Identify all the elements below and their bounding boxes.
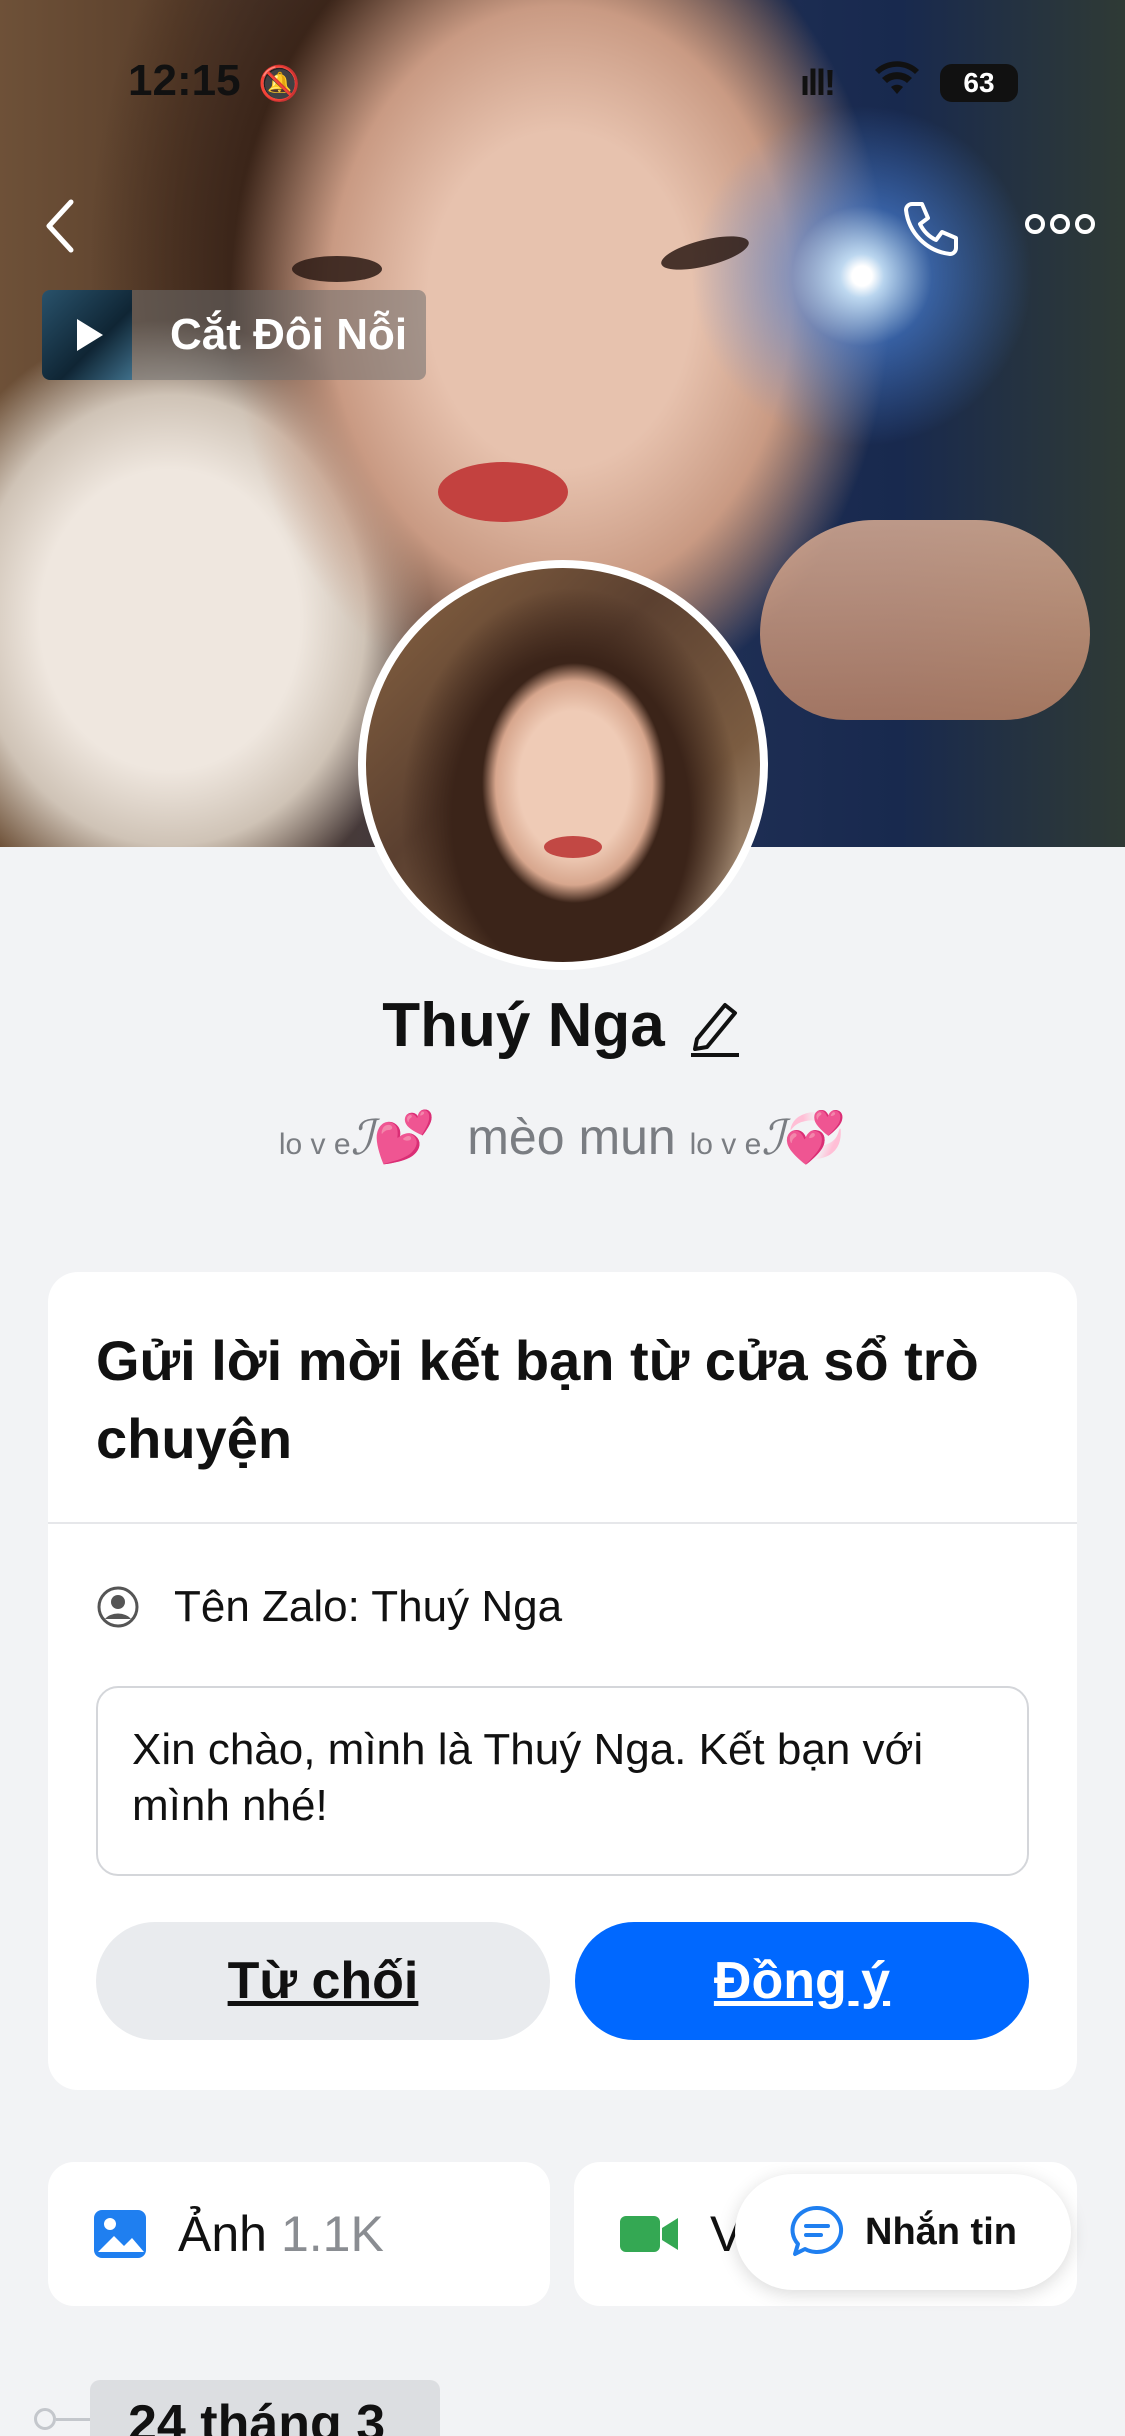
music-title: Cắt Đôi Nỗi — [170, 310, 408, 359]
silent-bell-icon: 🔕 — [258, 65, 301, 103]
status-time: 12:15 — [128, 56, 241, 105]
cellular-signal-icon: ıll! — [800, 62, 836, 103]
timeline-dot — [34, 2408, 56, 2430]
friend-request-message: Xin chào, mình là Thuý Nga. Kết bạn với … — [96, 1686, 1029, 1876]
profile-name: Thuý Nga — [382, 991, 665, 1060]
bio-prefix-small: lo v e — [278, 1128, 351, 1161]
play-icon — [77, 319, 103, 351]
bio-prefix-script: ℐ — [350, 1110, 374, 1166]
more-dots-icon — [1025, 214, 1095, 234]
bio-suffix-small: lo v e — [689, 1128, 762, 1161]
cover-hand-decoration — [760, 520, 1090, 720]
cover-eye-decoration — [292, 256, 382, 282]
friend-request-card: Gửi lời mời kết bạn từ cửa sổ trò chuyện… — [48, 1272, 1077, 2090]
cover-eye-decoration — [658, 229, 752, 277]
accept-button[interactable]: Đồng ý — [575, 1922, 1029, 2040]
profile-music-pill[interactable]: Cắt Đôi Nỗi — [42, 290, 426, 380]
photos-label: Ảnh — [178, 2206, 267, 2262]
timeline-date-label: 24 tháng 3 — [90, 2380, 440, 2436]
avatar-lips-decoration — [544, 836, 602, 858]
user-circle-icon — [97, 1586, 139, 1628]
bio-suffix-heart: 💞 — [783, 1109, 847, 1165]
call-button[interactable] — [890, 190, 970, 270]
zalo-name-row: Tên Zalo: Thuý Nga — [96, 1582, 562, 1632]
message-button-label: Nhắn tin — [865, 2210, 1017, 2253]
music-thumbnail — [42, 290, 132, 380]
video-camera-icon — [620, 2216, 678, 2252]
chat-bubble-icon — [790, 2205, 844, 2256]
bio-heart: 💕 — [373, 1109, 436, 1165]
phone-icon — [904, 202, 958, 256]
back-button[interactable] — [40, 196, 80, 256]
avatar[interactable] — [358, 560, 768, 970]
status-bar: 12:15 🔕 ıll! 63 — [0, 56, 1125, 116]
bio-main-text: mèo mun — [467, 1109, 676, 1165]
photos-count: 1.1K — [280, 2206, 384, 2262]
reject-button[interactable]: Từ chối — [96, 1922, 550, 2040]
friend-request-title: Gửi lời mời kết bạn từ cửa sổ trò chuyện — [96, 1329, 979, 1470]
bio-suffix-script: ℐ — [761, 1110, 784, 1166]
chevron-left-icon — [46, 199, 74, 253]
profile-name-row: Thuý Nga — [0, 990, 1125, 1061]
more-options-button[interactable] — [1020, 204, 1100, 244]
profile-bio: lo v eℐ💕 mèo mun lo v eℐ💞 — [0, 1108, 1125, 1167]
message-button[interactable]: Nhắn tin — [735, 2174, 1071, 2290]
cover-lips-decoration — [438, 462, 568, 522]
edit-pencil-icon[interactable] — [687, 995, 743, 1057]
timeline-line — [56, 2418, 90, 2421]
card-divider — [48, 1522, 1077, 1524]
zalo-name-label: Tên Zalo: Thuý Nga — [174, 1582, 563, 1631]
wifi-icon — [874, 58, 920, 108]
photos-tile[interactable]: Ảnh 1.1K — [48, 2162, 550, 2306]
battery-indicator: 63 — [940, 64, 1018, 102]
photo-icon — [94, 2210, 146, 2258]
